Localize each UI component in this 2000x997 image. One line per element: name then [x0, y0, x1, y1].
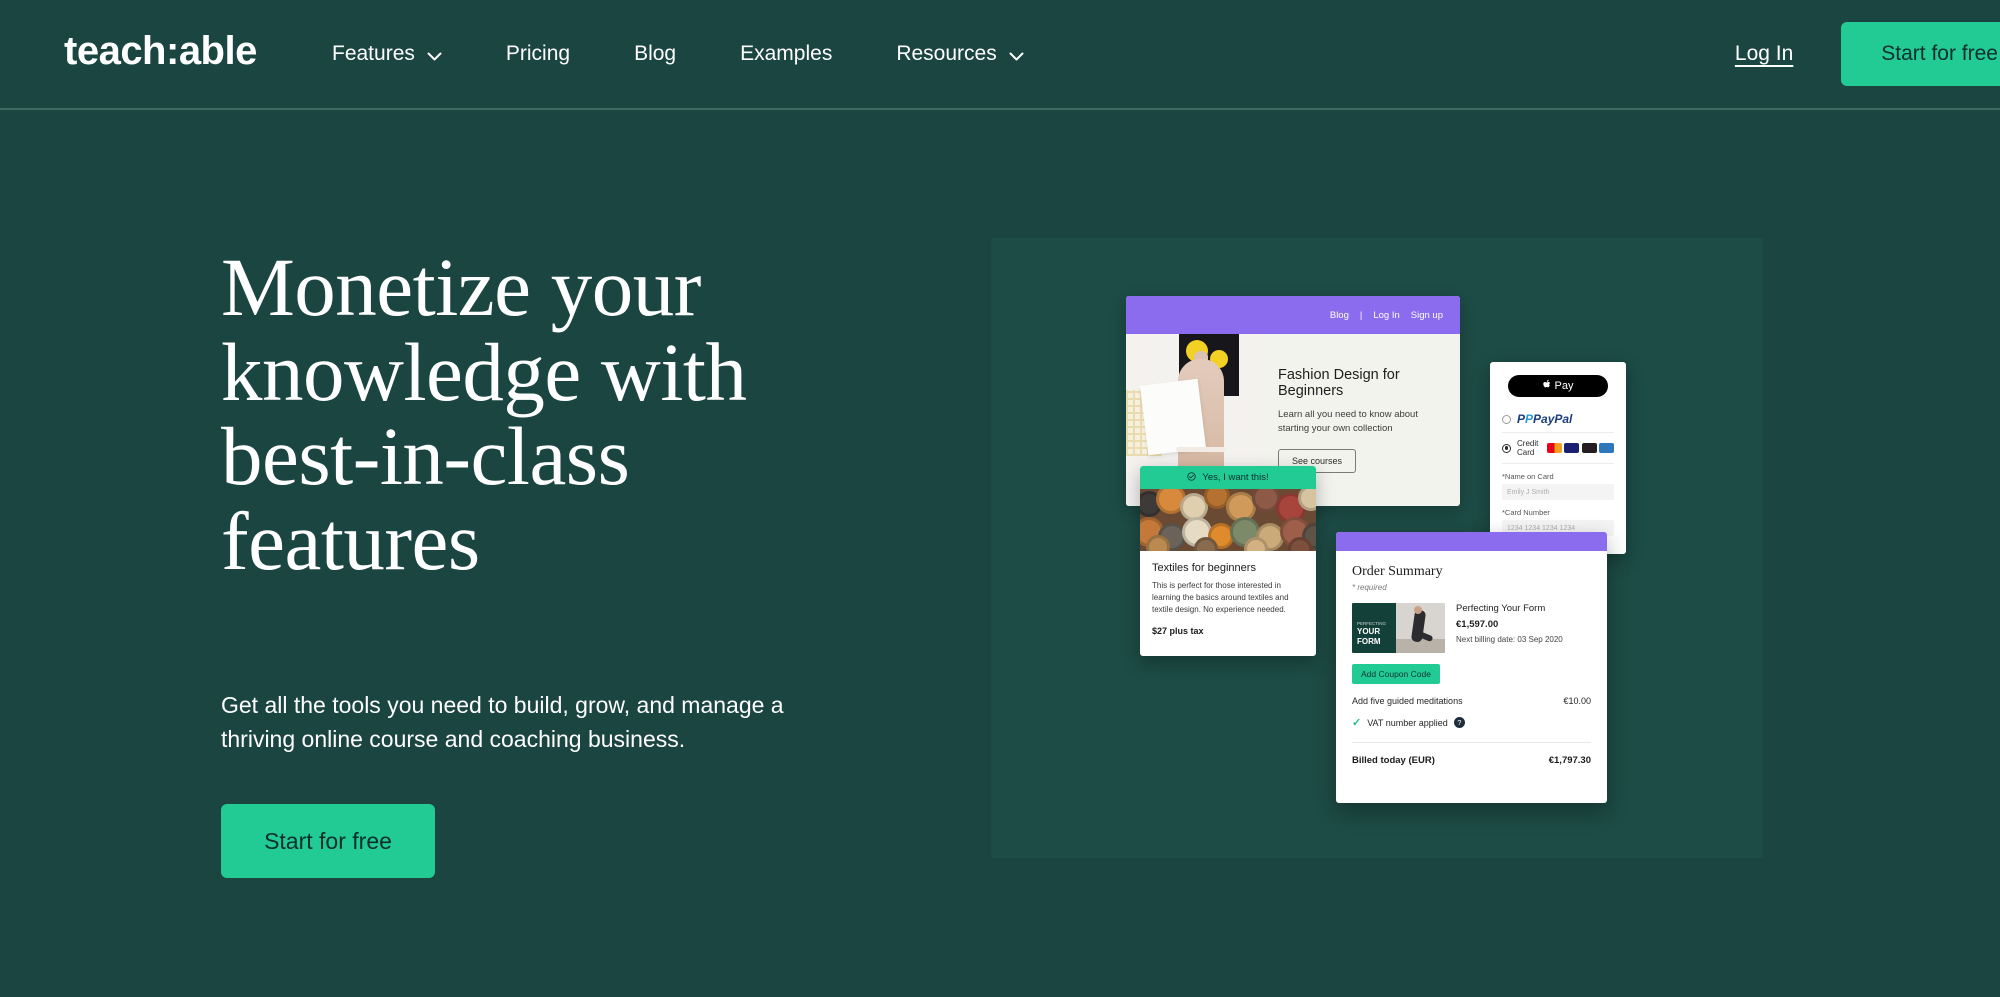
nav-label-resources: Resources [896, 42, 997, 65]
card-brand-icons [1546, 443, 1614, 453]
course-nav-divider: | [1359, 309, 1363, 321]
credit-card-option-row[interactable]: Credit Card [1502, 433, 1614, 464]
course-mockup-title: Fashion Design for Beginners [1278, 367, 1400, 400]
credit-card-radio[interactable] [1502, 443, 1511, 453]
add-coupon-code-button[interactable]: Add Coupon Code [1352, 664, 1440, 684]
course-nav-blog: Blog [1329, 309, 1349, 321]
credit-card-label: Credit Card [1517, 439, 1539, 457]
nav-item-pricing[interactable]: Pricing [474, 0, 602, 108]
addon-price: €10.00 [1563, 696, 1591, 706]
order-addon-row: Add five guided meditations €10.00 [1352, 696, 1591, 706]
course-thumbnail: PERFECTING YOUR FORM [1352, 603, 1445, 653]
apple-logo-icon [1542, 379, 1552, 393]
name-on-card-input[interactable]: Emily J Smith [1502, 484, 1614, 500]
main-navigation: Features Pricing Blog Examples Resources [300, 0, 1056, 108]
card-number-label: *Card Number [1502, 508, 1550, 517]
paypal-logo-icon: PPPayPal [1517, 412, 1573, 426]
textiles-course-mockup: Yes, I want this! Textiles for beginners… [1140, 466, 1316, 656]
course-mockup-description: Learn all you need to know about startin… [1278, 409, 1418, 434]
amex-icon [1599, 443, 1614, 453]
order-line-item: PERFECTING YOUR FORM Perfecting Your For… [1352, 603, 1591, 653]
order-summary-mockup: Order Summary * required PERFECTING YOUR… [1336, 532, 1607, 803]
yoga-photo [1396, 603, 1445, 653]
nav-item-blog[interactable]: Blog [602, 0, 708, 108]
order-total-row: Billed today (EUR) €1,797.30 [1352, 755, 1591, 766]
nav-item-features[interactable]: Features [300, 0, 474, 108]
chevron-down-icon [1009, 52, 1024, 61]
paypal-radio[interactable] [1502, 414, 1511, 424]
check-icon: ✓ [1352, 717, 1362, 729]
thumb-sub: PERFECTING [1357, 621, 1387, 627]
thumb-line1: YOUR [1357, 627, 1381, 636]
hero-heading: Monetize your knowledge with best-in-cla… [221, 241, 747, 587]
order-item-name: Perfecting Your Form [1456, 603, 1546, 614]
required-note: * required [1352, 583, 1387, 592]
discover-icon [1581, 443, 1597, 453]
next-billing-date: Next billing date: 03 Sep 2020 [1456, 635, 1563, 644]
order-item-price: €1,597.00 [1456, 619, 1499, 630]
mastercard-icon [1546, 443, 1562, 453]
site-header: teach:able Features Pricing Blog Example… [0, 0, 2000, 110]
want-this-banner[interactable]: Yes, I want this! [1140, 466, 1316, 489]
course-mockup-navbar: Blog | Log In Sign up [1126, 296, 1460, 334]
visa-icon [1564, 443, 1579, 453]
course-nav-signup: Sign up [1410, 309, 1443, 321]
header-actions: Log In Start for free [1735, 0, 2000, 108]
question-mark-icon[interactable]: ? [1453, 717, 1465, 728]
chevron-down-icon [427, 52, 442, 61]
check-circle-icon [1187, 471, 1197, 484]
header-start-for-free-button[interactable]: Start for free [1841, 22, 2000, 86]
teachable-logo[interactable]: teach:able [64, 31, 257, 71]
hero-start-for-free-button[interactable]: Start for free [221, 804, 435, 878]
apple-pay-button[interactable]: Pay [1508, 375, 1608, 397]
textiles-price: $27 plus tax [1152, 626, 1204, 636]
leather-rolls-photo [1140, 489, 1316, 551]
course-nav-login: Log In [1373, 309, 1400, 321]
paypal-option-row[interactable]: PPPayPal [1502, 406, 1614, 433]
payment-form-mockup: Pay PPPayPal Credit Card *Name on Card E… [1490, 362, 1626, 554]
total-price: €1,797.30 [1548, 755, 1591, 766]
nav-label-examples: Examples [740, 42, 833, 65]
order-divider [1352, 742, 1591, 743]
vat-label: VAT number applied [1367, 717, 1448, 728]
order-mockup-topbar [1336, 532, 1607, 551]
login-link[interactable]: Log In [1735, 42, 1793, 66]
nav-item-resources[interactable]: Resources [864, 0, 1055, 108]
want-this-label: Yes, I want this! [1202, 472, 1269, 483]
paypal-label: PayPal [1533, 412, 1573, 426]
hero-subheading: Get all the tools you need to build, gro… [221, 692, 784, 753]
apple-pay-label: Pay [1554, 380, 1574, 392]
total-label: Billed today (EUR) [1352, 755, 1435, 766]
nav-label-blog: Blog [634, 42, 677, 65]
nav-item-examples[interactable]: Examples [708, 0, 864, 108]
nav-label-pricing: Pricing [505, 42, 571, 65]
thumb-line2: FORM [1357, 637, 1381, 646]
vat-status-row: ✓ VAT number applied ? [1352, 716, 1591, 729]
nav-label-features: Features [332, 42, 415, 65]
name-on-card-label: *Name on Card [1502, 472, 1554, 481]
textiles-title: Textiles for beginners [1152, 562, 1256, 574]
textiles-description: This is perfect for those interested in … [1152, 581, 1289, 614]
addon-label: Add five guided meditations [1352, 696, 1463, 706]
order-summary-title: Order Summary [1352, 564, 1443, 579]
